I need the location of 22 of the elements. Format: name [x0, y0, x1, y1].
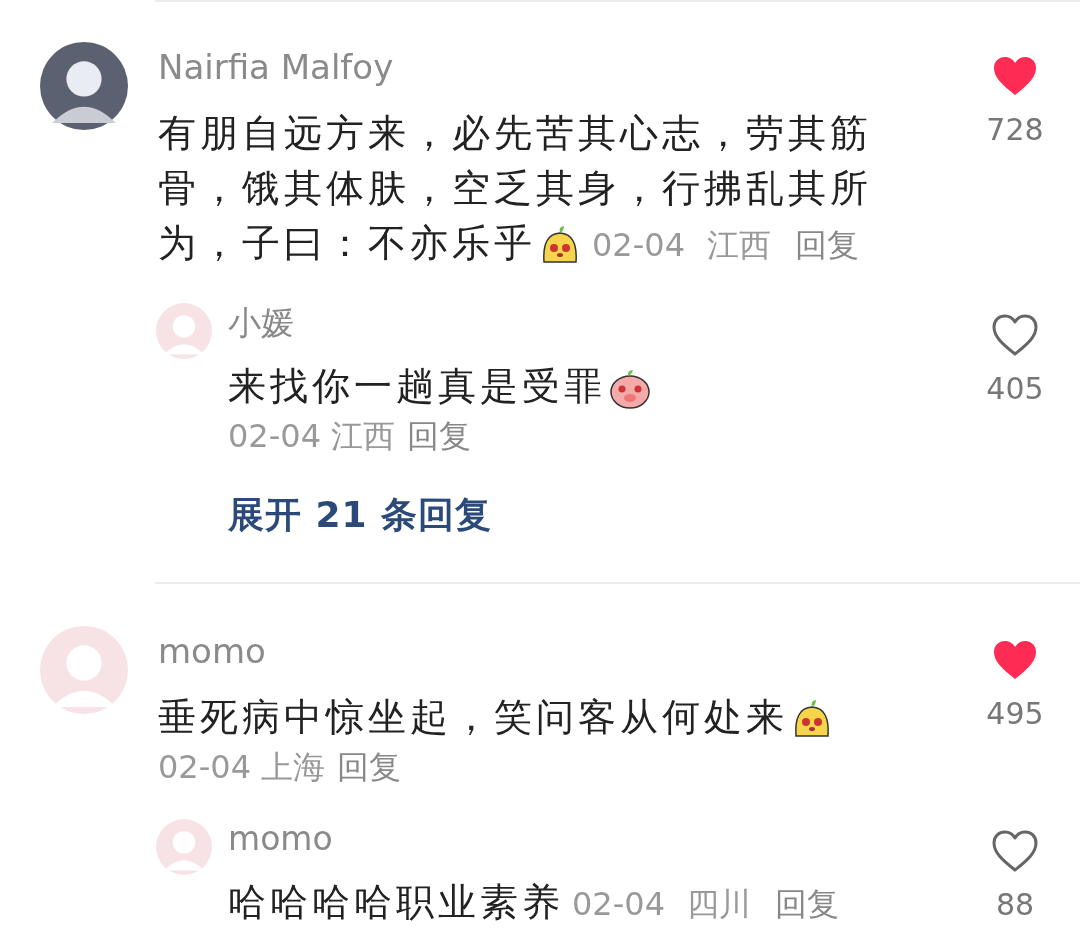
comment-location: 江西: [331, 416, 395, 457]
heart-icon[interactable]: [991, 638, 1039, 682]
like-count: 728: [986, 111, 1044, 149]
heart-icon[interactable]: [991, 54, 1039, 98]
username[interactable]: momo: [228, 817, 333, 861]
comment-text: 来找你一趟真是受罪: [228, 364, 654, 408]
comment-location: 上海: [261, 747, 325, 788]
like-count: 405: [986, 370, 1044, 408]
comment-text: 垂死病中惊坐起，笑问客从何处来: [158, 695, 836, 739]
like-count: 88: [995, 886, 1035, 924]
username[interactable]: 小媛: [228, 301, 294, 345]
like-count: 495: [986, 695, 1044, 733]
username[interactable]: Nairfia Malfoy: [158, 42, 394, 92]
expand-replies-link[interactable]: 展开 21 条回复: [228, 490, 493, 540]
comment-date: 02-04: [158, 747, 251, 788]
reply-link[interactable]: 回复: [337, 745, 401, 789]
reply-link[interactable]: 回复: [407, 414, 471, 458]
heart-icon[interactable]: [991, 829, 1039, 873]
username[interactable]: momo: [158, 626, 266, 676]
avatar[interactable]: [40, 42, 128, 130]
heart-icon[interactable]: [991, 313, 1039, 357]
comment-date: 02-04: [228, 416, 321, 457]
